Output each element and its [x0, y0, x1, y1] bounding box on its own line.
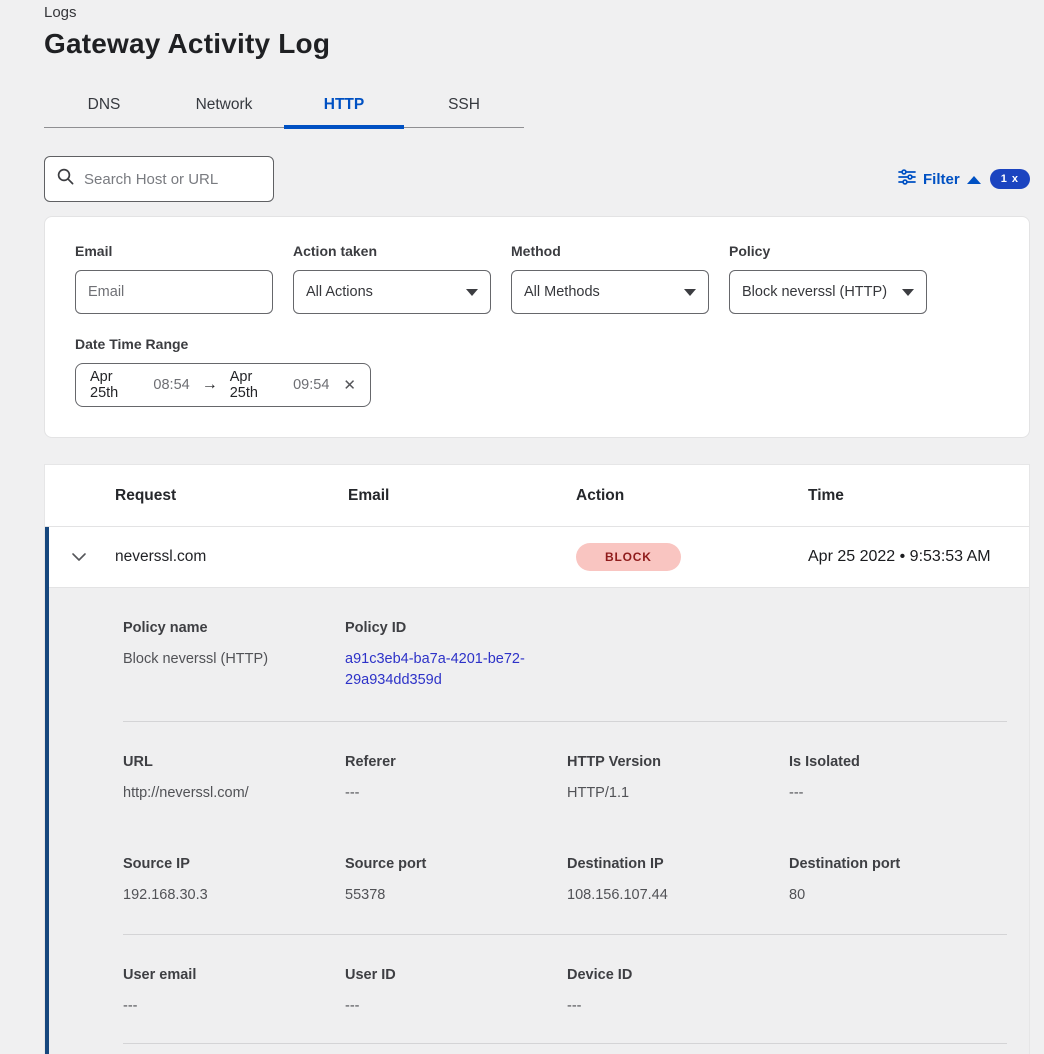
date-time-range-picker[interactable]: Apr 25th 08:54 → Apr 25th 09:54 ✕ [75, 363, 371, 407]
policy-select[interactable]: Block neverssl (HTTP) [729, 270, 927, 314]
destination-port-value: 80 [789, 885, 1007, 906]
filter-toggle-button[interactable]: Filter [898, 169, 981, 190]
method-label: Method [511, 243, 709, 259]
source-port-value: 55378 [345, 885, 567, 906]
method-value: All Methods [524, 284, 600, 300]
tab-bar: DNS Network HTTP SSH [44, 86, 524, 128]
chevron-down-icon [902, 289, 914, 296]
search-icon [57, 168, 74, 190]
action-taken-label: Action taken [293, 243, 491, 259]
col-header-email: Email [348, 487, 576, 505]
url-label: URL [123, 754, 345, 770]
policy-value: Block neverssl (HTTP) [742, 284, 887, 300]
source-ip-value: 192.168.30.3 [123, 885, 345, 906]
date-time-range-label: Date Time Range [75, 336, 999, 352]
action-taken-select[interactable]: All Actions [293, 270, 491, 314]
url-value: http://neverssl.com/ [123, 783, 345, 804]
source-port-label: Source port [345, 856, 567, 872]
table-row[interactable]: neverssl.com BLOCK Apr 25 2022 • 9:53:53… [49, 527, 1029, 587]
policy-id-link[interactable]: a91c3eb4-ba7a-4201-be72-29a934dd359d [345, 651, 525, 688]
tab-network[interactable]: Network [164, 86, 284, 127]
referer-label: Referer [345, 754, 567, 770]
start-time: 08:54 [153, 377, 189, 393]
end-time: 09:54 [293, 377, 329, 393]
tab-dns[interactable]: DNS [44, 86, 164, 127]
device-id-value: --- [567, 996, 789, 1017]
filter-count-badge[interactable]: 1 x [990, 169, 1030, 189]
col-header-time: Time [808, 487, 1029, 505]
policy-name-label: Policy name [123, 620, 345, 636]
policy-name-value: Block neverssl (HTTP) [123, 649, 345, 670]
row-expand-chevron-icon[interactable] [71, 552, 115, 562]
row-details-panel: Policy name Block neverssl (HTTP) Policy… [49, 587, 1029, 1054]
activity-log-table: Request Email Action Time neverssl.com B… [44, 464, 1030, 1054]
search-input[interactable] [84, 171, 261, 188]
chevron-up-icon [967, 176, 981, 184]
col-header-request: Request [115, 487, 348, 505]
user-id-label: User ID [345, 967, 567, 983]
policy-name-block: Policy name Block neverssl (HTTP) [123, 620, 345, 691]
table-header-row: Request Email Action Time [45, 465, 1029, 527]
filter-sliders-icon [898, 169, 916, 190]
email-input[interactable] [88, 284, 260, 300]
action-block-badge: BLOCK [576, 543, 681, 571]
http-version-label: HTTP Version [567, 754, 789, 770]
row-request: neverssl.com [115, 548, 348, 566]
tab-http[interactable]: HTTP [284, 86, 404, 127]
email-field[interactable] [75, 270, 273, 314]
tab-ssh[interactable]: SSH [404, 86, 524, 127]
device-id-label: Device ID [567, 967, 789, 983]
clear-date-range-icon[interactable]: ✕ [343, 376, 356, 394]
destination-ip-label: Destination IP [567, 856, 789, 872]
filter-label: Filter [923, 171, 960, 188]
filter-panel: Email Action taken All Actions Method Al… [44, 216, 1030, 438]
user-email-value: --- [123, 996, 345, 1017]
referer-value: --- [345, 783, 567, 804]
breadcrumb: Logs [44, 0, 1030, 21]
user-email-label: User email [123, 967, 345, 983]
range-arrow-icon: → [200, 376, 220, 394]
action-taken-value: All Actions [306, 284, 373, 300]
destination-port-label: Destination port [789, 856, 1007, 872]
policy-id-label: Policy ID [345, 620, 567, 636]
is-isolated-value: --- [789, 783, 1007, 804]
col-header-action: Action [576, 487, 808, 505]
chevron-down-icon [684, 289, 696, 296]
http-version-value: HTTP/1.1 [567, 783, 789, 804]
policy-label: Policy [729, 243, 927, 259]
is-isolated-label: Is Isolated [789, 754, 1007, 770]
email-field-label: Email [75, 243, 273, 259]
source-ip-label: Source IP [123, 856, 345, 872]
policy-id-block: Policy ID a91c3eb4-ba7a-4201-be72-29a934… [345, 620, 567, 691]
page-title: Gateway Activity Log [44, 28, 1030, 60]
chevron-down-icon [466, 289, 478, 296]
row-time: Apr 25 2022 • 9:53:53 AM [808, 548, 1029, 566]
destination-ip-value: 108.156.107.44 [567, 885, 789, 906]
search-box[interactable] [44, 156, 274, 202]
end-date: Apr 25th [230, 369, 283, 401]
method-select[interactable]: All Methods [511, 270, 709, 314]
user-id-value: --- [345, 996, 567, 1017]
start-date: Apr 25th [90, 369, 143, 401]
